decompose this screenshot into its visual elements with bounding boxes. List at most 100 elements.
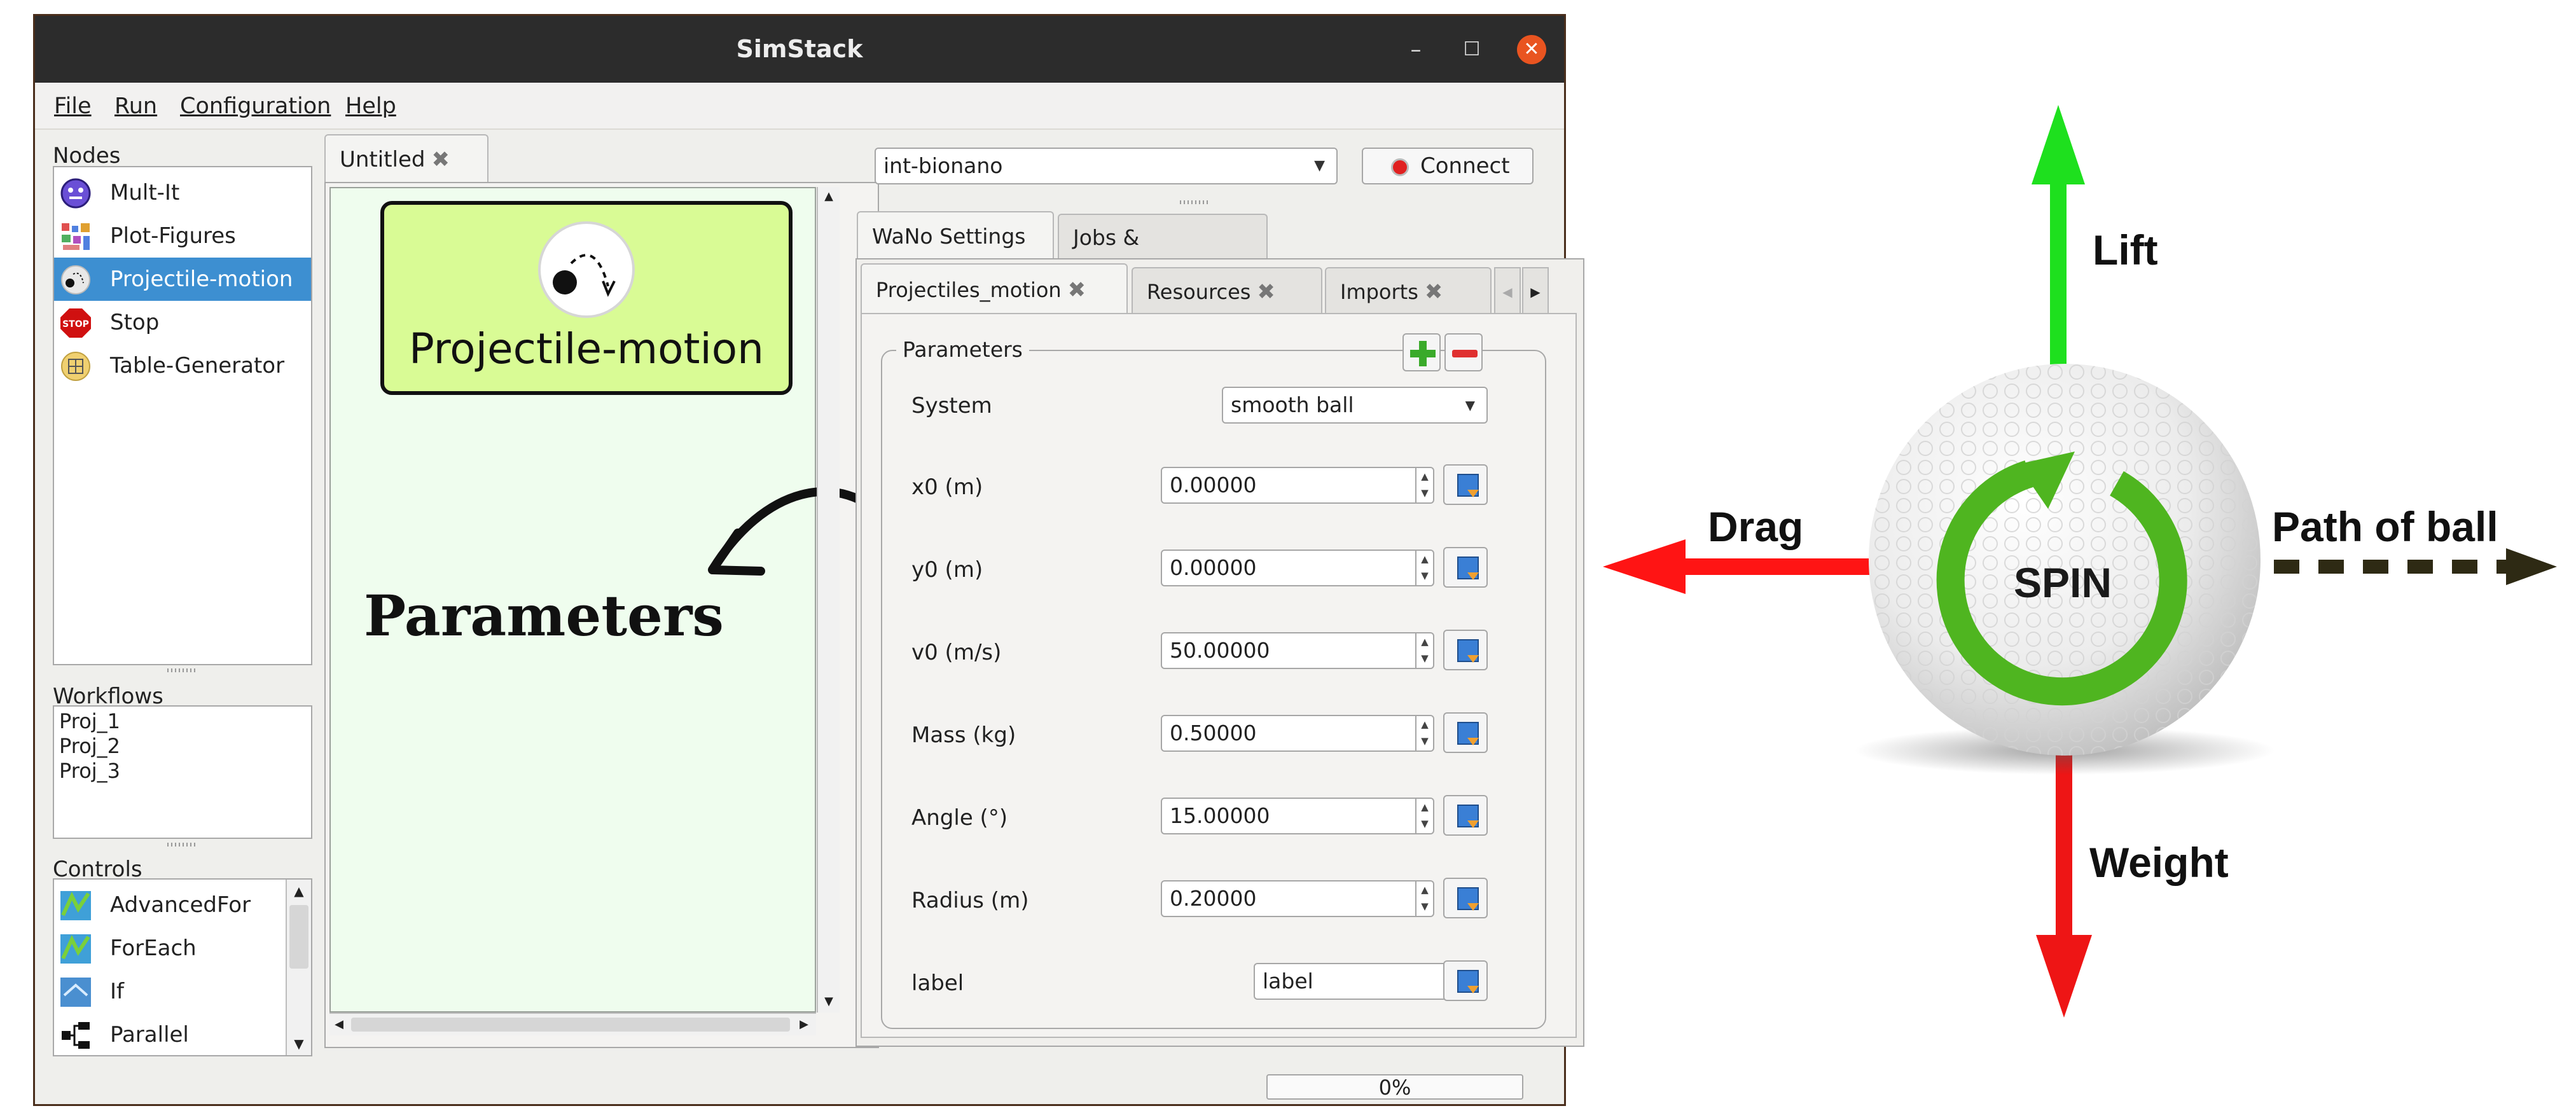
scroll-down-icon[interactable]: ▼	[287, 1032, 311, 1055]
param-value: 0.50000	[1170, 721, 1257, 745]
scroll-right-icon[interactable]: ▶	[794, 1014, 814, 1035]
param-row-mass: Mass (kg) 0.50000 ▲ ▼	[862, 701, 1562, 758]
subtab-imports[interactable]: Imports ✖	[1325, 267, 1492, 314]
workflow-node-projectile-motion[interactable]: Projectile-motion	[380, 201, 793, 395]
node-title: Projectile-motion	[408, 324, 764, 373]
control-item-foreach[interactable]: ForEach	[54, 927, 283, 970]
control-label: Parallel	[110, 1022, 189, 1047]
tab-jobs-workflows[interactable]: Jobs & Workflows	[1058, 214, 1268, 296]
scroll-tabs-left-icon[interactable]: ◀	[1494, 267, 1521, 314]
spin-buttons[interactable]: ▲ ▼	[1415, 468, 1433, 502]
close-button[interactable]: ✕	[1517, 35, 1546, 64]
file-picker-button[interactable]	[1443, 464, 1488, 505]
close-tab-icon[interactable]: ✖	[432, 147, 450, 172]
menu-configuration[interactable]: Configuration	[180, 83, 331, 130]
param-label: v0 (m/s)	[911, 640, 1002, 665]
svg-text:STOP: STOP	[62, 319, 89, 329]
close-tab-icon[interactable]: ✖	[1257, 279, 1275, 305]
title-bar: SimStack – ☐ ✕	[35, 16, 1564, 83]
node-item-stop[interactable]: STOP Stop	[54, 301, 311, 344]
canvas-hscrollbar[interactable]: ◀ ▶	[329, 1013, 816, 1035]
file-picker-button[interactable]	[1443, 547, 1488, 588]
close-tab-icon[interactable]: ✖	[1068, 277, 1086, 303]
weight-label: Weight	[2089, 839, 2229, 886]
node-label: Mult-It	[110, 180, 180, 205]
param-row-v0: v0 (m/s) 50.00000 ▲ ▼	[862, 618, 1562, 675]
node-item-plot-figures[interactable]: Plot-Figures	[54, 214, 311, 258]
weight-arrow-icon	[2036, 744, 2092, 1018]
param-row-x0: x0 (m) 0.00000 ▲ ▼	[862, 453, 1562, 510]
server-select-value: int-bionano	[883, 153, 1003, 178]
stop-icon: STOP	[60, 308, 91, 338]
add-parameter-button[interactable]	[1402, 333, 1441, 371]
window-title: SimStack	[736, 35, 863, 63]
file-picker-button[interactable]	[1443, 795, 1488, 836]
file-picker-button[interactable]	[1443, 878, 1488, 918]
menu-help[interactable]: Help	[345, 83, 396, 130]
param-value: label	[1263, 969, 1313, 993]
menu-file[interactable]: File	[54, 83, 92, 130]
nodes-label: Nodes	[53, 143, 121, 169]
file-picker-button[interactable]	[1443, 712, 1488, 753]
param-input-v0[interactable]: 50.00000 ▲ ▼	[1161, 632, 1434, 669]
scroll-down-icon[interactable]: ▼	[818, 992, 840, 1011]
param-input-y0[interactable]: 0.00000 ▲ ▼	[1161, 550, 1434, 586]
node-item-table-generator[interactable]: Table-Generator	[54, 344, 311, 387]
controls-scrollbar[interactable]: ▲ ▼	[286, 880, 311, 1055]
lift-arrow-icon	[2032, 105, 2085, 369]
path-of-ball-label: Path of ball	[2272, 503, 2498, 550]
scroll-up-icon[interactable]: ▲	[818, 187, 840, 206]
param-input-mass[interactable]: 0.50000 ▲ ▼	[1161, 715, 1434, 752]
workflow-item[interactable]: Proj_3	[54, 759, 311, 784]
splitter-handle[interactable]	[167, 843, 198, 847]
tab-label: Imports	[1340, 280, 1418, 304]
tab-untitled[interactable]: Untitled ✖	[324, 134, 488, 183]
param-input-x0[interactable]: 0.00000 ▲ ▼	[1161, 467, 1434, 504]
scroll-thumb[interactable]	[289, 905, 308, 969]
control-item-advancedfor[interactable]: AdvancedFor	[54, 883, 283, 927]
minimize-button[interactable]: –	[1401, 35, 1430, 64]
spin-buttons[interactable]: ▲ ▼	[1415, 881, 1433, 916]
close-tab-icon[interactable]: ✖	[1425, 279, 1443, 305]
system-select[interactable]: smooth ball ▼	[1222, 387, 1488, 424]
server-select[interactable]: int-bionano ▼	[875, 148, 1338, 184]
workflow-item[interactable]: Proj_1	[54, 709, 311, 734]
connect-button[interactable]: Connect	[1362, 148, 1534, 184]
spin-buttons[interactable]: ▲ ▼	[1415, 551, 1433, 585]
control-item-parallel[interactable]: Parallel	[54, 1013, 283, 1055]
scroll-thumb[interactable]	[351, 1018, 790, 1032]
advanced-for-icon	[60, 891, 91, 920]
node-label: Table-Generator	[110, 353, 285, 378]
param-input-angle[interactable]: 15.00000 ▲ ▼	[1161, 798, 1434, 834]
simstack-window: SimStack – ☐ ✕ File Run Configuration He…	[33, 14, 1584, 1106]
menu-run[interactable]: Run	[114, 83, 157, 130]
maximize-button[interactable]: ☐	[1457, 35, 1486, 64]
canvas-vscrollbar[interactable]: ▲ ▼	[817, 187, 840, 1013]
workflow-item[interactable]: Proj_2	[54, 734, 311, 759]
control-item-if[interactable]: If	[54, 970, 283, 1013]
scroll-tabs-right-icon[interactable]: ▶	[1522, 267, 1549, 314]
scroll-up-icon[interactable]: ▲	[287, 880, 311, 902]
param-label: Mass (kg)	[911, 722, 1016, 748]
file-picker-button[interactable]	[1443, 630, 1488, 670]
remove-parameter-button[interactable]	[1444, 333, 1483, 371]
spin-buttons[interactable]: ▲ ▼	[1415, 633, 1433, 668]
spin-buttons[interactable]: ▲ ▼	[1415, 799, 1433, 833]
file-picker-button[interactable]	[1443, 960, 1488, 1001]
drag-label: Drag	[1708, 503, 1804, 550]
parallel-icon	[62, 1022, 90, 1049]
spin-buttons[interactable]: ▲ ▼	[1415, 716, 1433, 750]
annotation-label: Parameters	[364, 583, 724, 649]
lift-label: Lift	[2093, 226, 2158, 273]
node-item-mult-it[interactable]: Mult-It	[54, 171, 311, 214]
subtab-resources[interactable]: Resources ✖	[1132, 267, 1322, 314]
node-item-projectile-motion[interactable]: Projectile-motion	[54, 258, 311, 301]
tab-wano-settings[interactable]: WaNo Settings	[857, 211, 1054, 259]
splitter-handle[interactable]	[1180, 200, 1210, 204]
mult-it-icon	[60, 178, 91, 209]
subtab-projectiles-motion[interactable]: Projectiles_motion ✖	[861, 263, 1128, 314]
param-input-radius[interactable]: 0.20000 ▲ ▼	[1161, 880, 1434, 917]
splitter-handle[interactable]	[167, 668, 198, 672]
workflow-canvas[interactable]: Projectile-motion Parameters	[329, 187, 893, 1013]
scroll-left-icon[interactable]: ◀	[329, 1014, 349, 1035]
